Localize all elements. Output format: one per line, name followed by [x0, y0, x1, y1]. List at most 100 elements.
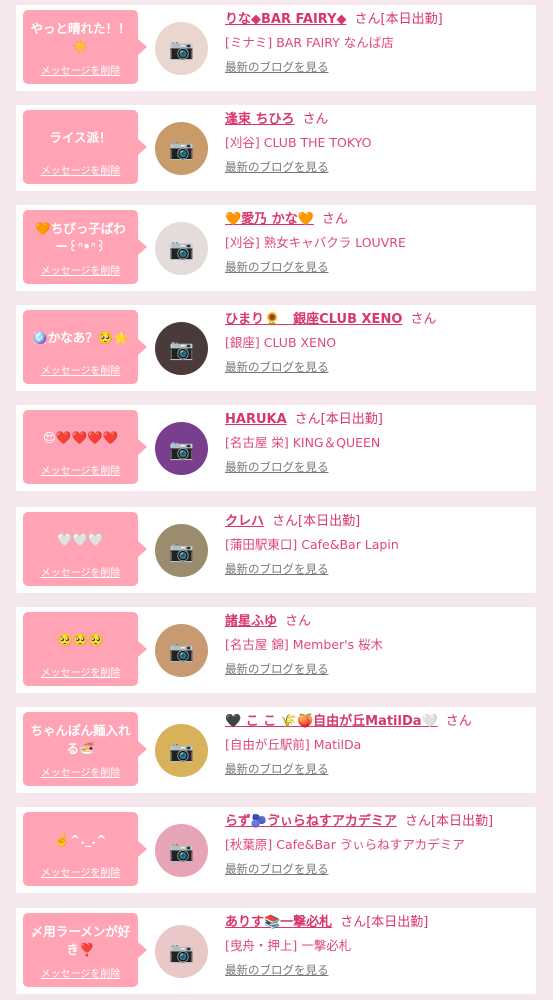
delete-message-link[interactable]: メッセージを削除 — [29, 864, 132, 879]
message-text: ☝️^._.^ — [54, 832, 107, 847]
latest-blog-link[interactable]: 最新のブログを見る — [225, 962, 329, 978]
latest-blog-link[interactable]: 最新のブログを見る — [225, 661, 329, 677]
cast-name-link[interactable]: クレハ — [225, 514, 264, 529]
name-line: 諸星ふゆ さん — [225, 612, 530, 632]
message-text: 🤍🤍🤍 — [57, 532, 104, 547]
avatar[interactable]: 📷 — [155, 724, 208, 777]
avatar[interactable]: 📷 — [155, 322, 208, 375]
avatar[interactable]: 📷 — [155, 624, 208, 677]
latest-blog-link[interactable]: 最新のブログを見る — [225, 259, 329, 275]
avatar-photo-icon: 📷 — [169, 336, 194, 361]
shop-name: [名古屋 錦] Member's 桜木 — [225, 637, 384, 652]
cast-name-link[interactable]: HARUKA — [225, 412, 287, 427]
message-text: 🪩かなあ？🥺⭐️ — [32, 330, 129, 345]
name-line: HARUKA さん[本日出勤] — [225, 410, 530, 430]
status-badge: [本日出勤] — [320, 412, 383, 427]
avatar-photo-icon: 📷 — [169, 939, 194, 964]
avatar-photo-icon: 📷 — [169, 738, 194, 763]
delete-message-link[interactable]: メッセージを削除 — [29, 362, 132, 377]
message-bubble: 🤍🤍🤍 メッセージを削除 — [23, 512, 147, 586]
message-bubble: ☝️^._.^ メッセージを削除 — [23, 812, 147, 886]
delete-message-link[interactable]: メッセージを削除 — [29, 62, 132, 77]
avatar-photo-icon: 📷 — [169, 538, 194, 563]
cast-info: 🖤 こ こ 🌾🍑自由が丘MatilDa🤍 さん [自由が丘駅前] MatilDa … — [225, 712, 530, 777]
avatar-photo-icon: 📷 — [169, 36, 194, 61]
avatar[interactable]: 📷 — [155, 422, 208, 475]
delete-message-link[interactable]: メッセージを削除 — [29, 764, 132, 779]
message-card: ライス派！ メッセージを削除 📷 逢束 ちひろ さん [刈谷] CLUB THE … — [16, 105, 536, 191]
message-text: ちゃんぽん麺入れる🍜 — [30, 723, 131, 756]
avatar-photo-icon: 📷 — [169, 136, 194, 161]
delete-message-link[interactable]: メッセージを削除 — [29, 462, 132, 477]
cast-name-link[interactable]: 🖤 こ こ 🌾🍑自由が丘MatilDa🤍 — [225, 714, 438, 729]
latest-blog-link[interactable]: 最新のブログを見る — [225, 459, 329, 475]
avatar-photo-icon: 📷 — [169, 638, 194, 663]
status-badge: [本日出勤] — [298, 514, 361, 529]
status-badge: [本日出勤] — [366, 915, 429, 930]
shop-name: [曳舟・押上] 一撃必札 — [225, 938, 352, 953]
name-line: 🖤 こ こ 🌾🍑自由が丘MatilDa🤍 さん — [225, 712, 530, 732]
honorific: さん — [294, 412, 321, 427]
message-bubble: ライス派！ メッセージを削除 — [23, 110, 147, 184]
name-line: ひまり🌻 銀座CLUB XENO さん — [225, 310, 530, 330]
message-bubble: 〆用ラーメンが好き❣️ メッセージを削除 — [23, 913, 147, 987]
honorific: さん — [445, 714, 472, 729]
shop-name: [蒲田駅東口] Cafe&Bar Lapin — [225, 537, 399, 552]
shop-name: [名古屋 栄] KING＆QUEEN — [225, 435, 381, 450]
latest-blog-link[interactable]: 最新のブログを見る — [225, 359, 329, 375]
latest-blog-link[interactable]: 最新のブログを見る — [225, 761, 329, 777]
cast-name-link[interactable]: らず🫐ゔぃらねすアカデミア — [225, 814, 397, 829]
latest-blog-link[interactable]: 最新のブログを見る — [225, 59, 329, 75]
cast-name-link[interactable]: ありす📚一撃必札 — [225, 915, 332, 930]
latest-blog-link[interactable]: 最新のブログを見る — [225, 861, 329, 877]
delete-message-link[interactable]: メッセージを削除 — [29, 262, 132, 277]
cast-info: ひまり🌻 銀座CLUB XENO さん [銀座] CLUB XENO 最新のブログ… — [225, 310, 530, 375]
cast-name-link[interactable]: 逢束 ちひろ — [225, 112, 295, 127]
avatar-photo-icon: 📷 — [169, 838, 194, 863]
status-badge: [本日出勤] — [430, 814, 494, 829]
cast-info: ありす📚一撃必札 さん[本日出勤] [曳舟・押上] 一撃必札 最新のブログを見る — [225, 913, 530, 978]
message-card: 🧡ちぴっ子ぱわー꒰ᐢ•ᐢ꒱ メッセージを削除 📷 🧡愛乃 かな🧡 さん [刈谷] … — [16, 205, 536, 291]
cast-name-link[interactable]: 🧡愛乃 かな🧡 — [225, 212, 314, 227]
shop-name: [自由が丘駅前] MatilDa — [225, 737, 362, 752]
avatar[interactable]: 📷 — [155, 122, 208, 175]
message-card: 🥺🥺🥺 メッセージを削除 📷 諸星ふゆ さん [名古屋 錦] Member's 桜… — [16, 607, 536, 693]
cast-info: HARUKA さん[本日出勤] [名古屋 栄] KING＆QUEEN 最新のブログ… — [225, 410, 530, 475]
status-badge: [本日出勤] — [380, 12, 443, 27]
name-line: 🧡愛乃 かな🧡 さん — [225, 210, 530, 230]
message-bubble: 🪩かなあ？🥺⭐️ メッセージを削除 — [23, 310, 147, 384]
cast-info: りな◆BAR FAIRY◆ さん[本日出勤] [ミナミ] BAR FAIRY なん… — [225, 10, 530, 75]
avatar[interactable]: 📷 — [155, 222, 208, 275]
avatar-photo-icon: 📷 — [169, 436, 194, 461]
avatar[interactable]: 📷 — [155, 524, 208, 577]
shop-name: [刈谷] CLUB THE TOKYO — [225, 135, 372, 150]
cast-info: クレハ さん[本日出勤] [蒲田駅東口] Cafe&Bar Lapin 最新のブロ… — [225, 512, 530, 577]
delete-message-link[interactable]: メッセージを削除 — [29, 564, 132, 579]
honorific: さん — [410, 312, 437, 327]
shop-name: [秋葉原] Cafe&Bar ゔぃらねすアカデミア — [225, 837, 465, 852]
honorific: さん — [340, 915, 367, 930]
message-bubble: ちゃんぽん麺入れる🍜 メッセージを削除 — [23, 712, 147, 786]
cast-name-link[interactable]: ひまり🌻 銀座CLUB XENO — [225, 312, 402, 327]
avatar[interactable]: 📷 — [155, 925, 208, 978]
message-card: 😍❤️❤️❤️❤️ メッセージを削除 📷 HARUKA さん[本日出勤] [名古屋… — [16, 405, 536, 491]
message-bubble: 🥺🥺🥺 メッセージを削除 — [23, 612, 147, 686]
message-bubble: 🧡ちぴっ子ぱわー꒰ᐢ•ᐢ꒱ メッセージを削除 — [23, 210, 147, 284]
latest-blog-link[interactable]: 最新のブログを見る — [225, 159, 329, 175]
avatar[interactable]: 📷 — [155, 22, 208, 75]
cast-name-link[interactable]: 諸星ふゆ — [225, 614, 277, 629]
delete-message-link[interactable]: メッセージを削除 — [29, 965, 132, 980]
latest-blog-link[interactable]: 最新のブログを見る — [225, 561, 329, 577]
message-card: 〆用ラーメンが好き❣️ メッセージを削除 📷 ありす📚一撃必札 さん[本日出勤] … — [16, 908, 536, 994]
cast-info: 逢束 ちひろ さん [刈谷] CLUB THE TOKYO 最新のブログを見る — [225, 110, 530, 175]
honorific: さん — [404, 814, 431, 829]
name-line: 逢束 ちひろ さん — [225, 110, 530, 130]
delete-message-link[interactable]: メッセージを削除 — [29, 162, 132, 177]
message-card: ☝️^._.^ メッセージを削除 📷 らず🫐ゔぃらねすアカデミア さん[本日出勤]… — [16, 807, 536, 893]
delete-message-link[interactable]: メッセージを削除 — [29, 664, 132, 679]
cast-name-link[interactable]: りな◆BAR FAIRY◆ — [225, 12, 347, 27]
avatar[interactable]: 📷 — [155, 824, 208, 877]
message-bubble: やっと晴れた！！☀️ メッセージを削除 — [23, 10, 147, 84]
message-card: 🪩かなあ？🥺⭐️ メッセージを削除 📷 ひまり🌻 銀座CLUB XENO さん [… — [16, 305, 536, 391]
message-card: ちゃんぽん麺入れる🍜 メッセージを削除 📷 🖤 こ こ 🌾🍑自由が丘MatilD… — [16, 707, 536, 793]
